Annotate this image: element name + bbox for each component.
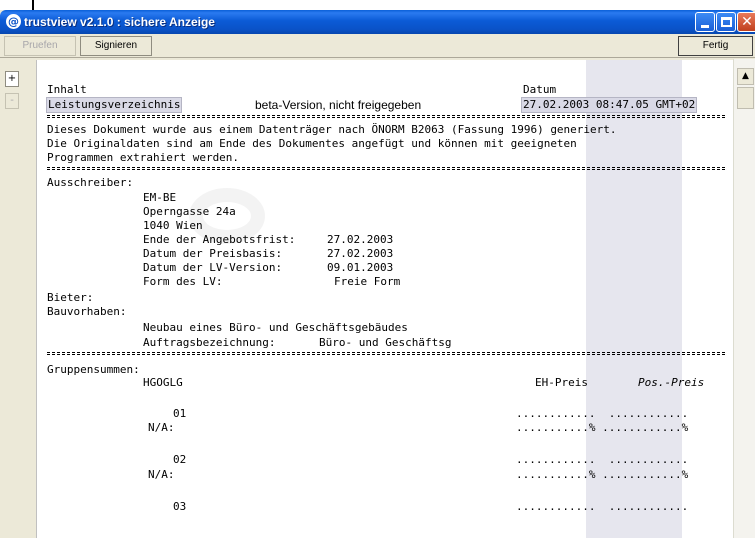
scrollbar-thumb[interactable] bbox=[737, 87, 754, 109]
group-code: 03 bbox=[173, 500, 187, 513]
maximize-button[interactable] bbox=[716, 12, 736, 32]
trustview-logo-icon: @ bbox=[6, 14, 21, 29]
app-window: @ trustview v2.1.0 : sichere Anzeige ✕ P… bbox=[0, 10, 755, 538]
double-rule bbox=[47, 352, 725, 355]
maximize-icon bbox=[721, 17, 732, 27]
double-rule bbox=[47, 115, 725, 118]
header-datum: Datum bbox=[523, 83, 557, 96]
minimize-button[interactable] bbox=[695, 12, 715, 32]
intro-line-2: Die Originaldaten sind am Ende des Dokum… bbox=[47, 137, 577, 150]
bauvorhaben-label: Bauvorhaben: bbox=[47, 305, 127, 318]
document-title: Leistungsverzeichnis bbox=[46, 97, 183, 113]
intro-line-1: Dieses Dokument wurde aus einem Datenträ… bbox=[47, 123, 617, 136]
mouse-cursor-line bbox=[32, 0, 34, 10]
fertig-button[interactable]: Fertig bbox=[678, 36, 753, 56]
expand-button[interactable]: + bbox=[5, 71, 19, 87]
lv-version-value: 09.01.2003 bbox=[327, 261, 394, 274]
group-dots: ............ ............ bbox=[516, 500, 689, 513]
ausschreiber-city: 1040 Wien bbox=[143, 219, 203, 232]
form-label: Form des LV: bbox=[143, 275, 223, 288]
document-datetime: 27.02.2003 08:47.05 GMT+02 bbox=[521, 97, 698, 113]
pos-preis-header: Pos.-Preis bbox=[638, 376, 705, 389]
outline-strip: + - bbox=[0, 59, 36, 538]
close-button[interactable]: ✕ bbox=[737, 12, 755, 32]
title-bar[interactable]: @ trustview v2.1.0 : sichere Anzeige ✕ bbox=[0, 10, 755, 34]
window-title: trustview v2.1.0 : sichere Anzeige bbox=[24, 15, 215, 29]
group-na-label: N/A: bbox=[148, 468, 175, 481]
eh-preis-header: EH-Preis bbox=[535, 376, 588, 389]
angebotsfrist-label: Ende der Angebotsfrist: bbox=[143, 233, 296, 246]
ausschreiber-label: Ausschreiber: bbox=[47, 176, 134, 189]
hgoglg-label: HGOGLG bbox=[143, 376, 183, 389]
document-view[interactable]: Inhalt Datum Leistungsverzeichnis beta-V… bbox=[36, 60, 733, 538]
lv-version-label: Datum der LV-Version: bbox=[143, 261, 283, 274]
content-area: + - Inhalt Datum Leistungsverzeichnis be… bbox=[0, 59, 755, 538]
header-inhalt: Inhalt bbox=[47, 83, 87, 96]
ausschreiber-name: EM-BE bbox=[143, 191, 177, 204]
group-dots-percent: ...........% ............% bbox=[516, 468, 689, 481]
preisbasis-label: Datum der Preisbasis: bbox=[143, 247, 283, 260]
group-dots: ............ ............ bbox=[516, 453, 689, 466]
pruefen-button[interactable]: Pruefen bbox=[4, 36, 76, 56]
preisbasis-value: 27.02.2003 bbox=[327, 247, 394, 260]
vertical-scrollbar[interactable]: ▲ bbox=[733, 59, 755, 538]
gruppensummen-label: Gruppensummen: bbox=[47, 363, 140, 376]
bieter-label: Bieter: bbox=[47, 291, 94, 304]
group-dots: ............ ............ bbox=[516, 407, 689, 420]
ausschreiber-street: Operngasse 24a bbox=[143, 205, 236, 218]
toolbar: Pruefen Signieren Fertig bbox=[0, 34, 755, 58]
auftrag-label: Auftragsbezeichnung: bbox=[143, 336, 276, 349]
form-value: Freie Form bbox=[334, 275, 401, 288]
minimize-icon bbox=[701, 25, 709, 28]
version-note: beta-Version, nicht freigegeben bbox=[255, 98, 422, 112]
signieren-button[interactable]: Signieren bbox=[80, 36, 152, 56]
intro-line-3: Programmen extrahiert werden. bbox=[47, 151, 240, 164]
angebotsfrist-value: 27.02.2003 bbox=[327, 233, 394, 246]
group-dots-percent: ...........% ............% bbox=[516, 421, 689, 434]
bauvorhaben-value: Neubau eines Büro- und Geschäftsgebäudes bbox=[143, 321, 408, 334]
close-icon: ✕ bbox=[741, 14, 753, 30]
group-code: 01 bbox=[173, 407, 187, 420]
group-na-label: N/A: bbox=[148, 421, 175, 434]
scroll-up-arrow-icon[interactable]: ▲ bbox=[737, 68, 754, 85]
group-code: 02 bbox=[173, 453, 187, 466]
auftrag-value: Büro- und Geschäftsg bbox=[319, 336, 452, 349]
collapse-button[interactable]: - bbox=[5, 93, 19, 109]
double-rule bbox=[47, 167, 725, 170]
